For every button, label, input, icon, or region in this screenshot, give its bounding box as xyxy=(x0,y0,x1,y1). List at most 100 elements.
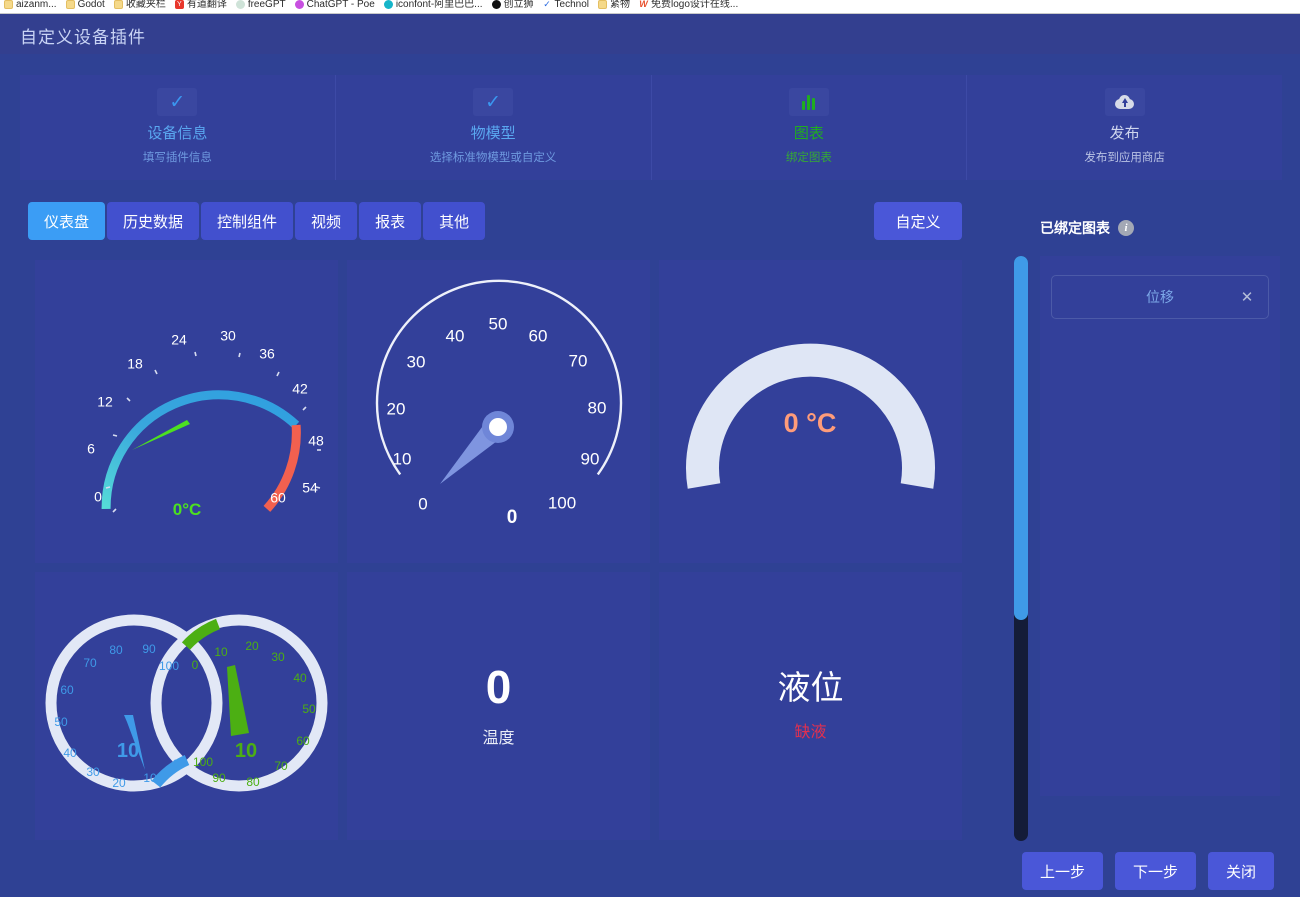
bookmark-item[interactable]: ChatGPT - Poe xyxy=(293,0,382,13)
gauge-value-label: 0 xyxy=(507,507,518,528)
bookmark-label: 紧物 xyxy=(609,0,630,10)
bookmark-item[interactable]: ✓ Technol xyxy=(541,0,596,13)
gauge-tick-label: 100 xyxy=(159,659,179,673)
gauge-tick-label: 10 xyxy=(214,645,228,659)
close-icon[interactable]: ✕ xyxy=(1238,288,1256,306)
youdao-icon: Y xyxy=(174,0,184,9)
gauge-tick-label: 18 xyxy=(127,356,143,372)
status-value: 液位 xyxy=(777,668,844,706)
gauge-tick-label: 40 xyxy=(446,326,465,345)
gauge-tick-label: 90 xyxy=(142,642,156,656)
cloud-upload-icon xyxy=(1104,88,1145,116)
bookmark-label: 收藏夹栏 xyxy=(125,0,166,10)
gauge-tick-label: 60 xyxy=(60,683,74,697)
gauge-value-label: 10 xyxy=(117,740,139,762)
check-icon: ✓ xyxy=(473,88,514,116)
tab-video[interactable]: 视频 xyxy=(295,202,358,240)
tab-control-component[interactable]: 控制组件 xyxy=(201,202,294,240)
gauge-tick-label: 0 xyxy=(94,489,102,505)
gauge-tick-label: 30 xyxy=(220,328,236,344)
step-desc: 绑定图表 xyxy=(785,152,832,164)
bound-chart-item[interactable]: 位移 ✕ xyxy=(1051,275,1269,319)
step-thing-model[interactable]: ✓ 物模型 选择标准物模型或自定义 xyxy=(336,75,652,180)
freegpt-icon xyxy=(235,0,245,9)
chart-card-temperature-number[interactable]: 0 温度 xyxy=(347,572,650,840)
custom-button[interactable]: 自定义 xyxy=(874,202,962,240)
gauge-tick-label: 0 xyxy=(192,658,199,672)
gauge-tick-label: 20 xyxy=(112,776,126,790)
info-icon[interactable]: i xyxy=(1118,220,1134,236)
bar-chart-icon xyxy=(788,88,829,116)
prev-step-button[interactable]: 上一步 xyxy=(1022,852,1104,890)
bookmark-label: 有道翻译 xyxy=(186,0,227,10)
bound-charts-title: 已绑定图表 xyxy=(1040,220,1110,236)
close-button[interactable]: 关闭 xyxy=(1208,852,1275,890)
app-window: 自定义设备插件 ✓ 设备信息 填写插件信息 ✓ 物模型 选择标准物模型或自定义 … xyxy=(0,14,1300,897)
bookmark-item[interactable]: aizanm... xyxy=(2,0,64,13)
gauge-tick-label: 6 xyxy=(87,441,95,457)
technol-icon: ✓ xyxy=(542,0,552,9)
chart-card-dual-gauge[interactable]: 0 10 20 30 40 50 60 70 80 90 100 0 10 20 xyxy=(35,572,338,840)
bookmark-label: freeGPT xyxy=(247,0,286,10)
bookmark-item[interactable]: 收藏夹栏 xyxy=(112,0,173,13)
gauge-tick-label: 20 xyxy=(245,639,259,653)
bookmark-item[interactable]: Godot xyxy=(64,0,112,13)
gauge-tick-label: 0 xyxy=(173,757,180,771)
bookmark-label: Technol xyxy=(554,0,589,10)
next-step-button[interactable]: 下一步 xyxy=(1115,852,1197,890)
step-device-info[interactable]: ✓ 设备信息 填写插件信息 xyxy=(20,75,336,180)
chart-card-liquid-level-status[interactable]: 液位 缺液 xyxy=(659,572,962,840)
gauge-tick-label: 80 xyxy=(246,775,260,789)
gauge-tick-label: 60 xyxy=(270,490,286,506)
gauge-tick-label: 40 xyxy=(293,671,307,685)
gauge-tick-label: 42 xyxy=(292,381,308,397)
gauge-value-label: 0°C xyxy=(173,500,202,519)
gauge-tick-label: 50 xyxy=(302,702,316,716)
tab-dashboard[interactable]: 仪表盘 xyxy=(28,202,106,240)
gauge-tick-label: 0 xyxy=(418,494,427,513)
bound-charts-header: 已绑定图表 i xyxy=(1040,218,1134,238)
gauge-value-label: 10 xyxy=(235,740,257,762)
tab-history-data[interactable]: 历史数据 xyxy=(107,202,200,240)
step-desc: 选择标准物模型或自定义 xyxy=(429,152,557,164)
bookmark-item[interactable]: iconfont-阿里巴巴... xyxy=(382,0,490,13)
gauge-tick-label: 12 xyxy=(97,394,113,410)
bookmark-label: Godot xyxy=(77,0,105,10)
chart-card-percent-thin-gauge[interactable]: 0 10 20 30 40 50 60 70 80 90 100 0 xyxy=(347,260,650,563)
chart-card-temperature-gradient-gauge[interactable]: 0 6 12 18 24 30 36 42 48 54 60 0°C xyxy=(35,260,338,563)
w-icon: W xyxy=(638,0,648,9)
step-chart[interactable]: 图表 绑定图表 xyxy=(652,75,968,180)
bookmark-item[interactable]: 创立狮 xyxy=(490,0,541,13)
gauge-tick-label: 80 xyxy=(588,398,607,417)
step-desc: 填写插件信息 xyxy=(142,152,212,164)
chart-card-temperature-progress-gauge[interactable]: 0 °C xyxy=(659,260,962,563)
check-icon: ✓ xyxy=(157,88,198,116)
temperature-progress-gauge-svg: 0 °C xyxy=(686,343,935,489)
folder-icon xyxy=(4,0,13,9)
gauge-tick-label: 70 xyxy=(274,759,288,773)
gauge-tick-label: 50 xyxy=(489,314,508,333)
gauge-tick-label: 24 xyxy=(171,332,187,348)
bound-charts-panel: 位移 ✕ xyxy=(1040,256,1280,796)
bookmark-item[interactable]: Y 有道翻译 xyxy=(173,0,234,13)
chuangkit-icon xyxy=(491,0,501,9)
browser-bookmark-bar: aizanm... Godot 收藏夹栏 Y 有道翻译 freeGPT ChatG… xyxy=(0,0,1300,14)
scrollbar-thumb[interactable] xyxy=(1014,256,1028,620)
bookmark-item[interactable]: W 免费logo设计在线... xyxy=(637,0,745,13)
chart-gallery-scrollbar[interactable] xyxy=(1014,256,1028,841)
tab-other[interactable]: 其他 xyxy=(423,202,486,240)
step-publish[interactable]: 发布 发布到应用商店 xyxy=(967,75,1282,180)
gauge-value-label: 0 °C xyxy=(784,408,837,438)
bookmark-item[interactable]: freeGPT xyxy=(234,0,293,13)
chatgpt-icon xyxy=(294,0,304,9)
step-name: 物模型 xyxy=(470,125,516,142)
bookmark-label: ChatGPT - Poe xyxy=(306,0,375,10)
gauge-tick-label: 50 xyxy=(54,715,68,729)
gauge-tick-label: 70 xyxy=(569,351,588,370)
gauge-tick-label: 36 xyxy=(259,346,275,362)
bookmark-item[interactable]: 紧物 xyxy=(596,0,637,13)
step-desc: 发布到应用商店 xyxy=(1084,152,1165,164)
tab-report[interactable]: 报表 xyxy=(359,202,422,240)
chart-gallery-grid: 0 6 12 18 24 30 36 42 48 54 60 0°C 0 10 … xyxy=(35,260,962,843)
bookmark-label: 免费logo设计在线... xyxy=(650,0,739,10)
